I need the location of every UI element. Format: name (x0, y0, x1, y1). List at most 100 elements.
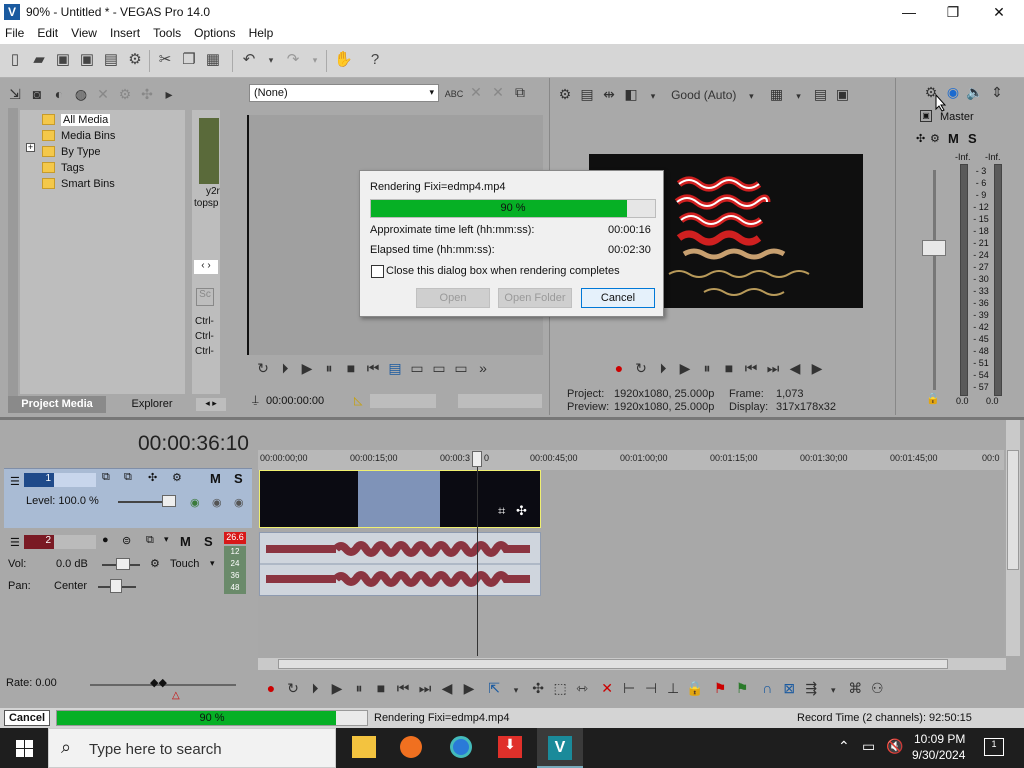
go-to-end-icon[interactable]: ⏭ (414, 680, 436, 697)
menu-tools[interactable]: Tools (148, 24, 186, 42)
next-frame-icon[interactable]: ▶ (458, 680, 480, 697)
split-icon[interactable]: ⊥ (662, 680, 684, 697)
windows-start-icon[interactable] (16, 740, 33, 757)
tree-item-media-bins[interactable]: Media Bins (42, 128, 115, 143)
menu-help[interactable]: Help (244, 24, 279, 42)
video-event[interactable]: ⌗ ✣ (259, 470, 541, 528)
chevron-down-icon[interactable]: ▾ (740, 91, 762, 102)
tree-item-all-media[interactable]: All Media (42, 112, 111, 127)
tree-item-by-type[interactable]: By Type (42, 144, 101, 159)
clear-icon[interactable]: ✕ (487, 84, 509, 101)
master-fader[interactable] (922, 240, 946, 256)
composite-mode-icon[interactable]: ✣ (148, 471, 157, 484)
tray-date[interactable]: 9/30/2024 (912, 748, 965, 762)
automation-settings-icon[interactable]: ⚙ (150, 557, 160, 570)
loop-icon[interactable]: ↻ (252, 360, 274, 377)
taskbar-search-box[interactable]: ⌕ Type here to search (48, 728, 336, 768)
trimmer-zoom-bar[interactable] (370, 394, 436, 408)
loop-icon[interactable]: ↻ (282, 680, 304, 697)
vertical-scroll-thumb[interactable] (1007, 450, 1019, 570)
delete-icon[interactable]: ✕ (596, 680, 618, 697)
remove-icon[interactable]: ✕ (465, 84, 487, 101)
collapse-icon[interactable]: ☰ (10, 536, 20, 549)
chevron-down-icon[interactable]: ▾ (505, 685, 527, 696)
split-screen-icon[interactable]: ⧉ (509, 84, 531, 101)
insert-icon[interactable]: ▭ (428, 360, 450, 377)
preview-settings-icon[interactable]: ⚙ (554, 86, 576, 103)
record-icon[interactable]: ● (608, 360, 630, 376)
open-button[interactable]: Open (416, 288, 490, 308)
tree-item-tags[interactable]: Tags (42, 160, 84, 175)
pan-slider-thumb[interactable] (110, 579, 122, 593)
save-icon[interactable]: ▣ (54, 51, 72, 69)
fx-icon[interactable]: ◧ (620, 86, 642, 103)
mixer-pan-icon[interactable]: ✣ (916, 132, 925, 145)
invert-phase-icon[interactable]: ⊜ (122, 534, 131, 547)
marker-icon[interactable]: ◺ (354, 394, 362, 407)
pause-icon[interactable]: ⏸ (696, 360, 718, 377)
maximize-button[interactable]: ❐ (930, 0, 976, 24)
video-solo-button[interactable]: S (234, 471, 243, 486)
master-solo-button[interactable]: S (968, 131, 977, 146)
downmix-icon[interactable]: ⇕ (986, 84, 1008, 101)
copy-icon[interactable]: ❐ (180, 51, 198, 69)
stop-icon[interactable]: ■ (718, 360, 740, 376)
previous-frame-icon[interactable]: ◀ (784, 360, 806, 377)
video-track-header[interactable]: ☰ 1 ⧉ ⧉ ✣ ⚙ M S Level: 100.0 % ◉ ◉ ◉ (4, 468, 252, 528)
menu-insert[interactable]: Insert (105, 24, 145, 42)
audio-track-header[interactable]: ☰ 2 ● ⊜ ⧉ ▾ M S 26.6 12 24 36 48 Vol: 0.… (4, 530, 252, 596)
previous-frame-icon[interactable]: ◀ (436, 680, 458, 697)
undo-icon[interactable]: ↶ (240, 51, 258, 69)
select-region-icon[interactable]: ▤ (384, 360, 406, 377)
stop-icon[interactable]: ■ (370, 680, 392, 696)
lock-event-icon[interactable]: 🔒 (684, 680, 706, 697)
media-thumbnail[interactable] (199, 118, 219, 184)
marker-icon[interactable]: ⚑ (709, 680, 731, 697)
media-fx-icon[interactable]: ⚙ (114, 86, 136, 103)
render-icon[interactable]: ▤ (102, 51, 120, 69)
lock-envelopes-icon[interactable]: ⌘ (844, 680, 866, 697)
redo-dropdown-icon[interactable]: ▾ (306, 51, 324, 69)
network-icon[interactable]: ▭ (862, 738, 875, 755)
menu-edit[interactable]: Edit (32, 24, 63, 42)
open-folder-icon[interactable]: ▰ (30, 51, 48, 69)
trim-hand-icon[interactable]: ✋ (334, 51, 353, 69)
external-monitor-icon[interactable]: ▤ (576, 86, 598, 103)
play-from-start-icon[interactable]: ⏵ (274, 360, 296, 377)
audio-track-name-field[interactable] (54, 535, 96, 549)
redo-icon[interactable]: ↷ (284, 51, 302, 69)
video-mute-button[interactable]: M (210, 471, 221, 486)
menu-options[interactable]: Options (189, 24, 240, 42)
volume-icon[interactable]: 🔇 (886, 738, 903, 755)
tab-explorer[interactable]: Explorer (112, 396, 192, 413)
speaker-icon[interactable]: 🔈 (964, 84, 986, 101)
play-icon[interactable]: ▶ (326, 680, 348, 697)
save-snapshot-icon[interactable]: ▣ (832, 86, 854, 103)
selection-tool-icon[interactable]: ⬚ (549, 680, 571, 697)
open-folder-button[interactable]: Open Folder (498, 288, 572, 308)
split-tool-icon[interactable]: ⇿ (571, 680, 593, 697)
arm-record-icon[interactable]: ● (102, 534, 109, 546)
go-to-start-icon[interactable]: ⏮ (740, 360, 762, 377)
search-media-icon[interactable]: Sc (196, 288, 214, 306)
go-to-start-icon[interactable]: ⏮ (362, 360, 384, 377)
track-fx-icon[interactable]: ⧉ (124, 471, 132, 484)
region-icon[interactable]: ⚑ (731, 680, 753, 697)
tray-chevron-up-icon[interactable]: ⌃ (838, 738, 850, 755)
go-to-start-icon[interactable]: ⏮ (392, 680, 414, 697)
preview-quality[interactable]: Good (Auto) (667, 88, 740, 102)
views-icon[interactable]: ▸ (158, 86, 180, 103)
more-icon[interactable]: » (472, 360, 494, 376)
trim-end-icon[interactable]: ⊣ (640, 680, 662, 697)
playhead-handle[interactable] (472, 451, 482, 467)
level-slider-thumb[interactable] (162, 495, 176, 507)
vertical-scrollbar[interactable] (1006, 420, 1020, 656)
next-frame-icon[interactable]: ▶ (806, 360, 828, 377)
event-pan-crop-icon[interactable]: ⌗ (498, 503, 505, 519)
menu-view[interactable]: View (66, 24, 102, 42)
media-generator-icon[interactable]: ✣ (136, 86, 158, 103)
undo-dropdown-icon[interactable]: ▾ (262, 51, 280, 69)
ripple-icon[interactable]: ⇶ (800, 680, 822, 697)
chevron-down-icon[interactable]: ▾ (788, 91, 810, 102)
video-track-name-field[interactable] (54, 473, 96, 487)
